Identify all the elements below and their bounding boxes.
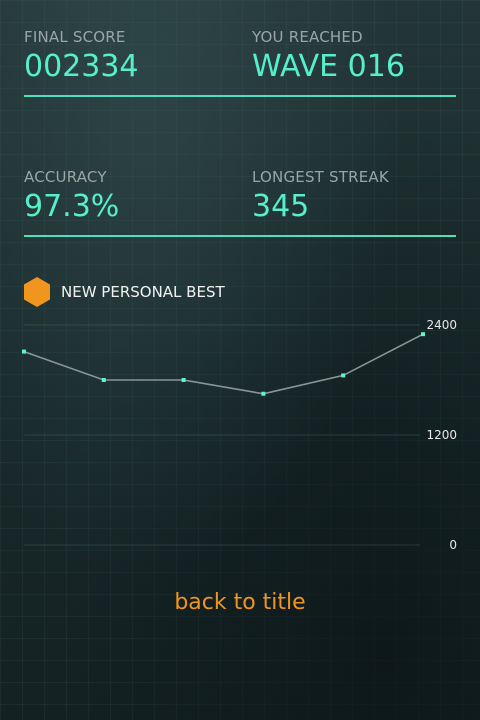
y-tick-label: 2400 <box>426 318 457 332</box>
y-tick-label: 1200 <box>426 428 457 442</box>
score-series-line <box>23 333 424 395</box>
final-score-value: 002334 <box>24 49 139 84</box>
personal-best-banner: NEW PERSONAL BEST <box>24 276 225 308</box>
back-to-title-button[interactable]: back to title <box>0 590 480 615</box>
wave-value: WAVE 016 <box>252 49 405 84</box>
chart-gridlines <box>24 324 420 546</box>
wave-label: YOU REACHED <box>252 28 363 46</box>
streak-label: LONGEST STREAK <box>252 168 389 186</box>
accuracy-label: ACCURACY <box>24 168 107 186</box>
data-point <box>421 332 425 337</box>
personal-best-label: NEW PERSONAL BEST <box>61 283 225 301</box>
data-point <box>341 373 346 378</box>
data-point <box>261 391 266 396</box>
chart-y-ticks: 2400 1200 0 <box>426 318 457 552</box>
y-tick-label: 0 <box>449 538 457 552</box>
top-divider <box>24 95 456 97</box>
accuracy-value: 97.3% <box>24 189 120 224</box>
streak-value: 345 <box>252 189 310 224</box>
streak-stat: LONGEST STREAK 345 <box>252 168 458 226</box>
middle-divider <box>24 235 456 237</box>
wave-stat: YOU REACHED WAVE 016 <box>252 28 458 86</box>
accuracy-stat: ACCURACY 97.3% <box>24 168 230 226</box>
data-point <box>101 378 106 382</box>
score-history-chart: 2400 1200 0 <box>22 318 457 552</box>
final-score-stat: FINAL SCORE 002334 <box>24 28 230 86</box>
hexagon-icon <box>24 277 50 307</box>
data-point <box>181 378 186 382</box>
data-point <box>22 349 26 354</box>
final-score-label: FINAL SCORE <box>24 28 126 46</box>
